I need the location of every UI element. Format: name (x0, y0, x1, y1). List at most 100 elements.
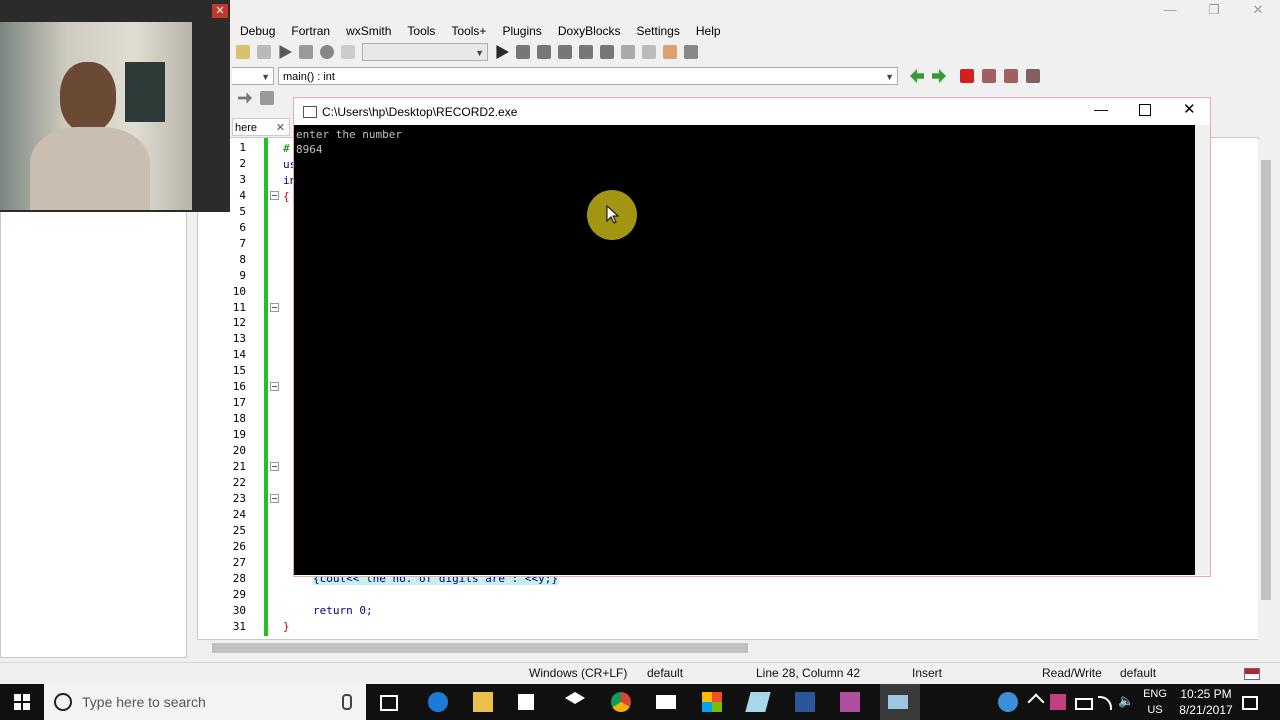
screen-recorder-icon[interactable] (840, 692, 860, 712)
function-combo[interactable]: main() : int ▼ (278, 67, 898, 85)
step-over-icon[interactable] (537, 45, 551, 59)
back-arrow-icon[interactable] (910, 69, 924, 83)
rebuild-icon[interactable] (320, 45, 334, 59)
gear-icon[interactable] (257, 45, 271, 59)
menu-debug[interactable]: Debug (232, 24, 283, 38)
language-indicator[interactable]: ENG US (1140, 686, 1170, 718)
fold-marker-icon[interactable] (270, 493, 279, 503)
scope-combo[interactable]: ▼ (232, 67, 274, 85)
next-bookmark-icon[interactable] (1004, 69, 1018, 83)
action-center-icon[interactable] (1242, 696, 1258, 710)
status-mode: Insert (912, 666, 943, 680)
office-icon[interactable] (702, 692, 722, 712)
minimize-icon[interactable]: — (1094, 101, 1108, 117)
menu-settings[interactable]: Settings (629, 24, 688, 38)
edge-icon[interactable] (428, 692, 448, 712)
fold-marker-icon[interactable] (270, 382, 279, 392)
console-task-icon[interactable] (888, 695, 908, 709)
store-icon[interactable] (518, 694, 534, 710)
search-icon[interactable] (236, 45, 250, 59)
jump-icon[interactable] (238, 92, 252, 104)
line-number: 25 (232, 523, 246, 537)
search-placeholder: Type here to search (82, 694, 206, 710)
word-icon[interactable] (795, 692, 815, 712)
dropbox-icon[interactable] (565, 692, 585, 704)
close-icon[interactable]: ✕ (1183, 100, 1196, 118)
line-number: 19 (232, 428, 246, 442)
menu-plugins[interactable]: Plugins (494, 24, 549, 38)
clear-icon[interactable] (260, 91, 274, 105)
menu-fortran[interactable]: Fortran (283, 24, 338, 38)
menu-help[interactable]: Help (688, 24, 729, 38)
editor-vertical-scrollbar[interactable] (1258, 140, 1274, 640)
line-number: 21 (232, 460, 246, 473)
menu-tools[interactable]: Tools (399, 24, 443, 38)
abort-icon[interactable] (341, 45, 355, 59)
info-icon[interactable] (684, 45, 698, 59)
code-line-1: # (283, 142, 290, 155)
update-notification-icon[interactable] (998, 692, 1018, 712)
presenter-shirt (30, 127, 150, 210)
webcam-overlay: ✕ (0, 0, 230, 212)
menu-wxsmith[interactable]: wxSmith (338, 24, 399, 38)
minimize-icon[interactable]: — (1148, 0, 1192, 20)
fold-marker-icon[interactable] (270, 190, 279, 200)
file-explorer-icon[interactable] (473, 692, 493, 712)
taskbar-search[interactable]: Type here to search (44, 684, 366, 720)
line-number: 26 (232, 539, 246, 553)
webcam-close-icon[interactable]: ✕ (212, 4, 228, 18)
system-clock[interactable]: 10:25 PM 8/21/2017 (1176, 686, 1236, 718)
clear-bookmarks-icon[interactable] (1026, 69, 1040, 83)
forward-arrow-icon[interactable] (932, 69, 946, 83)
build-run-icon[interactable] (299, 45, 313, 59)
console-line-1: enter the number (296, 128, 402, 141)
console-scrollbar[interactable] (1195, 125, 1210, 575)
fold-marker-icon[interactable] (270, 302, 279, 312)
restore-icon[interactable]: ❐ (1192, 0, 1236, 20)
editor-horizontal-scrollbar[interactable] (198, 640, 1260, 656)
run-icon[interactable] (279, 45, 292, 59)
chrome-icon[interactable] (611, 692, 631, 712)
horizontal-scroll-thumb[interactable] (212, 643, 748, 653)
stop-icon[interactable] (642, 45, 656, 59)
step-into-icon[interactable] (516, 45, 530, 59)
close-tab-icon[interactable]: ✕ (276, 119, 285, 137)
mouse-pointer-icon (606, 205, 620, 224)
notes-icon[interactable] (745, 692, 771, 712)
task-view-icon[interactable] (380, 695, 398, 711)
management-tab-label: here (235, 122, 258, 134)
prev-bookmark-icon[interactable] (982, 69, 996, 83)
bookmark-flag-icon[interactable] (960, 69, 974, 83)
maximize-icon[interactable] (1139, 104, 1151, 116)
console-titlebar[interactable]: C:\Users\hp\Desktop\RECORD2.exe — ✕ (294, 98, 1210, 125)
status-position: Line 28, Column 42 (756, 666, 861, 680)
wifi-icon[interactable] (1098, 696, 1112, 710)
battery-icon[interactable] (1075, 698, 1093, 710)
microphone-icon[interactable] (342, 694, 352, 710)
management-tab[interactable]: here ✕ (232, 118, 290, 136)
line-number: 24 (232, 507, 246, 521)
status-profile: default (1120, 666, 1157, 680)
debug-windows-icon[interactable] (663, 45, 677, 59)
menu-doxyblocks[interactable]: DoxyBlocks (550, 24, 629, 38)
menu-tools-plus[interactable]: Tools+ (443, 24, 494, 38)
fold-marker-icon[interactable] (270, 462, 279, 471)
show-hidden-icons[interactable] (1027, 693, 1045, 711)
console-output[interactable]: enter the number 8964 (294, 125, 1195, 575)
volume-icon[interactable]: 🔈 (1118, 693, 1134, 713)
vertical-scroll-thumb[interactable] (1261, 160, 1271, 600)
mail-icon[interactable] (656, 695, 676, 709)
tray-app-icon[interactable] (1050, 694, 1066, 710)
taskbar: Type here to search 🔈 ENG US 10:25 PM 8/… (0, 684, 1280, 720)
console-window[interactable]: C:\Users\hp\Desktop\RECORD2.exe — ✕ ente… (293, 97, 1211, 577)
code-completion-toolbar: ▼ main() : int ▼ (232, 66, 1052, 86)
close-icon[interactable]: ✕ (1236, 0, 1280, 20)
step-out-icon[interactable] (558, 45, 572, 59)
debug-run-icon[interactable] (496, 45, 509, 59)
line-number: 12 (232, 316, 246, 330)
next-instruction-icon[interactable] (579, 45, 593, 59)
pause-icon[interactable] (621, 45, 635, 59)
build-target-combo[interactable]: ▼ (362, 43, 488, 61)
windows-start-icon[interactable] (14, 694, 30, 710)
step-instruction-icon[interactable] (600, 45, 614, 59)
